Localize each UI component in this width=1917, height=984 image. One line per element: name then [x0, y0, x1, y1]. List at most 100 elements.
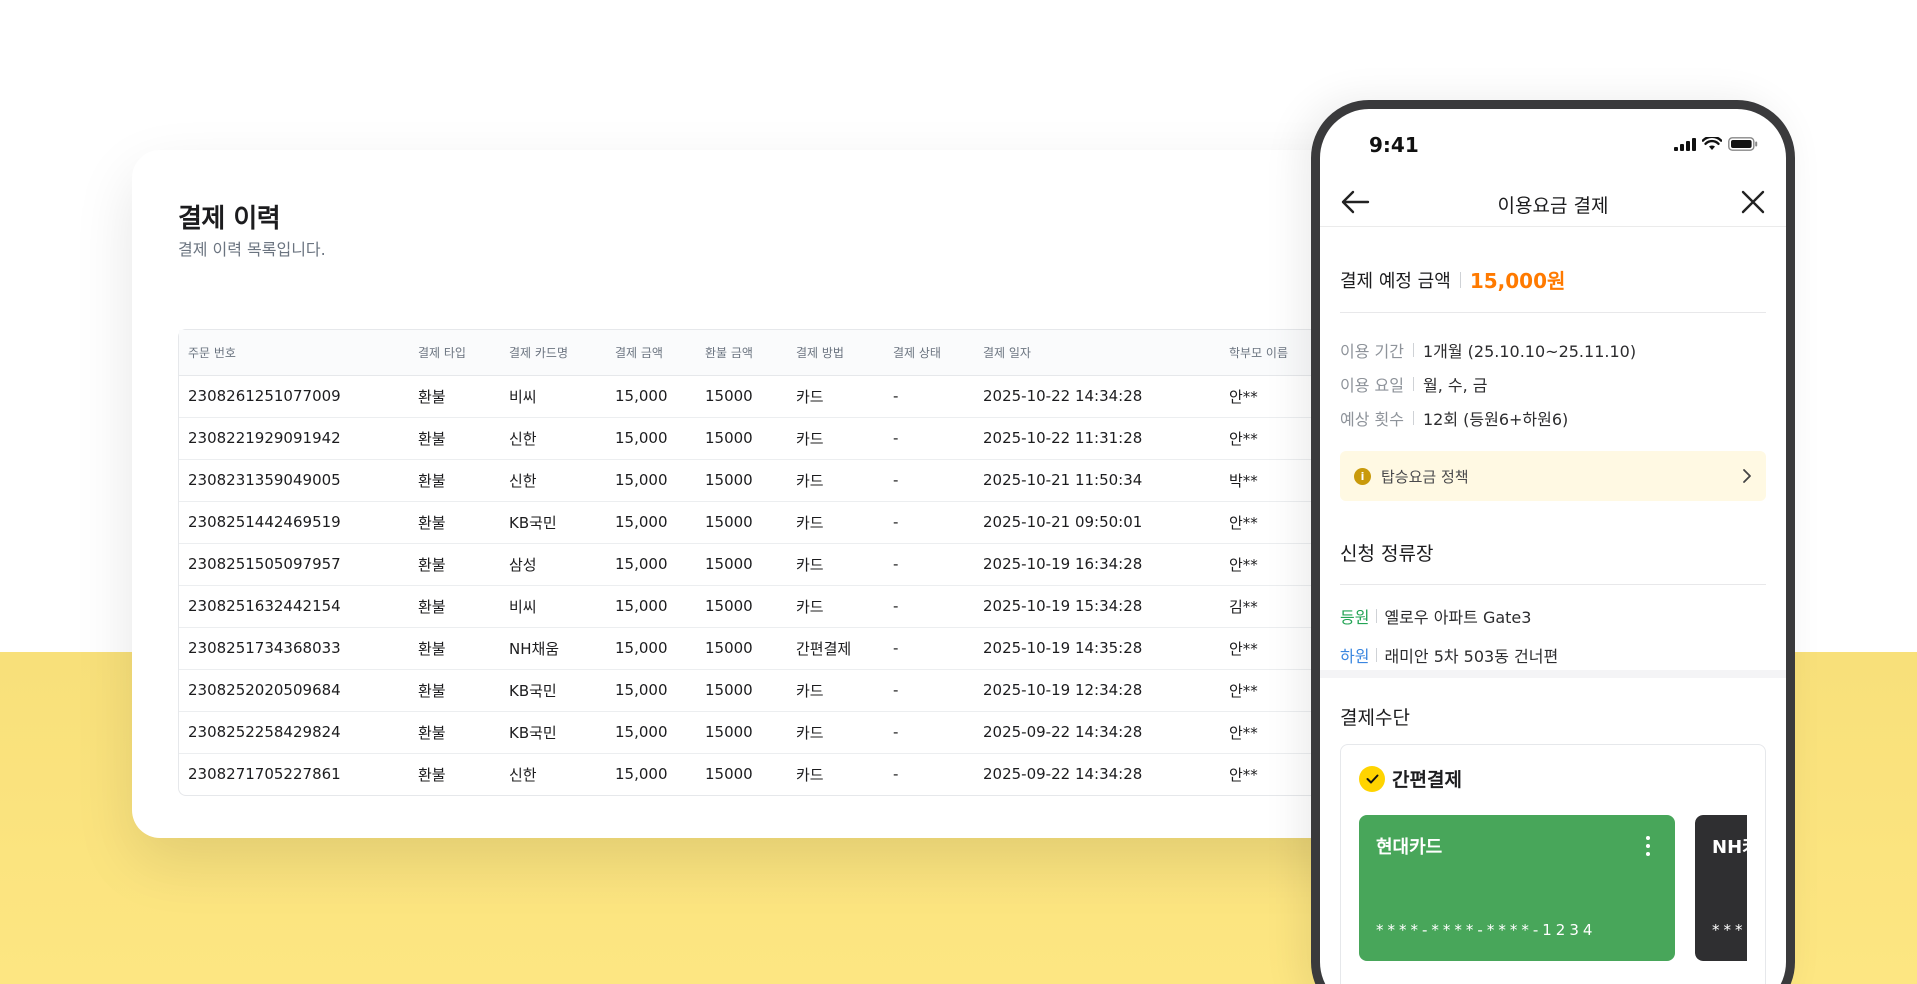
- table-cell: -: [884, 501, 974, 544]
- table-row[interactable]: 2308252258429824 환불 KB국민 15,000 15000 카드 -2025…: [179, 711, 1382, 754]
- close-icon[interactable]: [1740, 189, 1766, 215]
- table-cell: 15,000: [606, 501, 696, 544]
- table-cell: 15,000: [606, 417, 696, 460]
- table-cell: 환불: [409, 585, 500, 628]
- table-cell: 환불: [409, 417, 500, 460]
- table-row[interactable]: 2308221929091942 환불 신한 15,000 15000 카드 -2025-1…: [179, 417, 1382, 460]
- table-cell: -: [884, 459, 974, 502]
- boarding-stop: 등원 옐로우 아파트 Gate3: [1340, 596, 1766, 635]
- table-cell: 환불: [418, 765, 446, 784]
- bank-card-nh[interactable]: NH카드 ****: [1695, 815, 1747, 961]
- table-cell: 15000: [696, 459, 787, 502]
- table-cell: 2308271705227861: [188, 765, 341, 784]
- table-cell: 환불: [409, 627, 500, 670]
- dropoff-tag: 하원: [1340, 646, 1370, 666]
- column-header: 결제 카드명: [500, 330, 606, 376]
- table-row[interactable]: 2308271705227861 환불 신한 15,000 15000 카드 - 2025-0…: [179, 753, 1382, 795]
- column-header: 결제 타입: [409, 330, 500, 376]
- table-cell: KB국민: [500, 711, 606, 754]
- chevron-right-icon: [1743, 469, 1751, 483]
- payment-method-section: 결제수단 간편결제 현대카드 ****-****-****-1234 NH카드 …: [1340, 703, 1766, 984]
- table-cell: 15000: [696, 501, 787, 544]
- more-vertical-icon[interactable]: [1645, 835, 1651, 857]
- table-cell: 2308252020509684: [179, 669, 409, 712]
- table-row[interactable]: 2308231359049005 환불 신한 15,000 15000 카드 -2025-1…: [179, 459, 1382, 502]
- table-cell: 2308251442469519: [179, 501, 409, 544]
- column-header: 결제 금액: [606, 330, 696, 376]
- table-row[interactable]: 2308251505097957 환불 삼성 15,000 15000 카드 -2025-1…: [179, 543, 1382, 586]
- payment-history-table: 주문 번호 결제 타입 결제 카드명 결제 금액 환불 금액 결제 방법 결제 상태 결제 일…: [178, 329, 1382, 796]
- payment-method-box: 간편결제 현대카드 ****-****-****-1234 NH카드 ****: [1340, 744, 1766, 984]
- easy-pay-option[interactable]: 간편결제: [1359, 765, 1462, 792]
- table-cell: 2308221929091942: [179, 417, 409, 460]
- table-cell: 카드: [787, 375, 884, 418]
- table-cell: 카드: [787, 501, 884, 544]
- info-row-count: 예상 횟수 12회 (등원6+하원6): [1340, 410, 1569, 429]
- info-row-days: 이용 요일 월, 수, 금: [1340, 376, 1488, 395]
- nav-title: 이용요금 결제: [1497, 195, 1609, 217]
- table-cell: 카드: [787, 459, 884, 502]
- table-row[interactable]: 2308252020509684 환불 KB국민 15,000 15000 카드 -2025…: [179, 669, 1382, 712]
- status-bar: 9:41: [1320, 109, 1786, 159]
- amount-row: 결제 예정 금액 15,000원: [1340, 265, 1766, 294]
- table-cell: 15,000: [606, 375, 696, 418]
- table-cell: 2025-10-19 15:34:28: [974, 585, 1220, 628]
- table-cell: -: [884, 627, 974, 670]
- payment-history-card: 결제 이력 결제 이력 목록입니다. 주문 번호 결제 타입 결제 카드명 결제 금액…: [132, 150, 1382, 838]
- table-cell: 2025-10-19 12:34:28: [974, 669, 1220, 712]
- fare-policy-link[interactable]: i 탑승요금 정책: [1340, 451, 1766, 501]
- table-cell: KB국민: [500, 501, 606, 544]
- table-cell: 15000: [696, 585, 787, 628]
- stops-title: 신청 정류장: [1340, 543, 1434, 565]
- table-cell: 2308251505097957: [179, 543, 409, 586]
- table-cell: 15000: [696, 627, 787, 670]
- table-cell: 2308231359049005: [179, 459, 409, 502]
- table-row[interactable]: 2308251734368033 환불 NH채움 15,000 15000 간편결제 -20…: [179, 627, 1382, 670]
- table-cell: 카드: [787, 417, 884, 460]
- table-cell: KB국민: [500, 669, 606, 712]
- status-time: 9:41: [1369, 133, 1419, 157]
- payment-method-title: 결제수단: [1340, 707, 1410, 729]
- table-cell: 15,000: [606, 543, 696, 586]
- table-cell: 간편결제: [787, 627, 884, 670]
- table-cell: 삼성: [500, 543, 606, 586]
- table-cell: -: [884, 375, 974, 418]
- table-cell: 카드: [787, 585, 884, 628]
- table-row[interactable]: 2308251442469519 환불 KB국민 15,000 15000 카드 -2025…: [179, 501, 1382, 544]
- table-cell: 15,000: [606, 669, 696, 712]
- table-row[interactable]: 2308261251077009 환불 비씨 15,000 15000 카드 -2025-1…: [179, 375, 1382, 418]
- table-cell: -: [884, 543, 974, 586]
- wifi-icon: [1702, 137, 1722, 150]
- table-cell: 비씨: [500, 375, 606, 418]
- column-header: 환불 금액: [696, 330, 787, 376]
- column-header: 주문 번호: [179, 330, 409, 376]
- bank-card-hyundai[interactable]: 현대카드 ****-****-****-1234: [1359, 815, 1675, 961]
- table-cell: 15,000: [606, 711, 696, 754]
- usage-info-list: 이용 기간 1개월 (25.10.10~25.11.10) 이용 요일 월, 수…: [1340, 333, 1766, 435]
- table-cell: 15000: [705, 765, 753, 784]
- table-cell: 15,000: [606, 459, 696, 502]
- info-row-period: 이용 기간 1개월 (25.10.10~25.11.10): [1340, 342, 1637, 361]
- check-icon: [1359, 765, 1385, 792]
- table-cell: 2308251632442154: [179, 585, 409, 628]
- table-cell: NH채움: [500, 627, 606, 670]
- column-header: 결제 상태: [884, 330, 974, 376]
- table-cell: 15000: [696, 417, 787, 460]
- table-cell: 환불: [409, 501, 500, 544]
- table-cell: 2308252258429824: [179, 711, 409, 754]
- table-cell: 2025-09-22 14:34:28: [974, 711, 1220, 754]
- table-cell: 15000: [696, 543, 787, 586]
- nav-bar: 이용요금 결제: [1320, 177, 1786, 227]
- table-cell: 15,000: [615, 765, 668, 784]
- table-cell: 비씨: [500, 585, 606, 628]
- info-icon: i: [1354, 467, 1371, 485]
- table-cell: 2308261251077009: [179, 375, 409, 418]
- table-row[interactable]: 2308251632442154 환불 비씨 15,000 15000 카드 -2025-1…: [179, 585, 1382, 628]
- phone-mockup: 9:41 이용요금 결제 결제 예정 금액 15,000원 이용 기간 1개월 …: [1311, 100, 1795, 984]
- table-cell: 2025-10-22 11:31:28: [974, 417, 1220, 460]
- table-header-row: 주문 번호 결제 타입 결제 카드명 결제 금액 환불 금액 결제 방법 결제 상태 결제 일…: [179, 330, 1382, 376]
- table-cell: 2308251734368033: [179, 627, 409, 670]
- amount-value: 15,000원: [1469, 269, 1566, 293]
- table-cell: 신한: [509, 765, 537, 784]
- column-header: 결제 일자: [974, 330, 1220, 376]
